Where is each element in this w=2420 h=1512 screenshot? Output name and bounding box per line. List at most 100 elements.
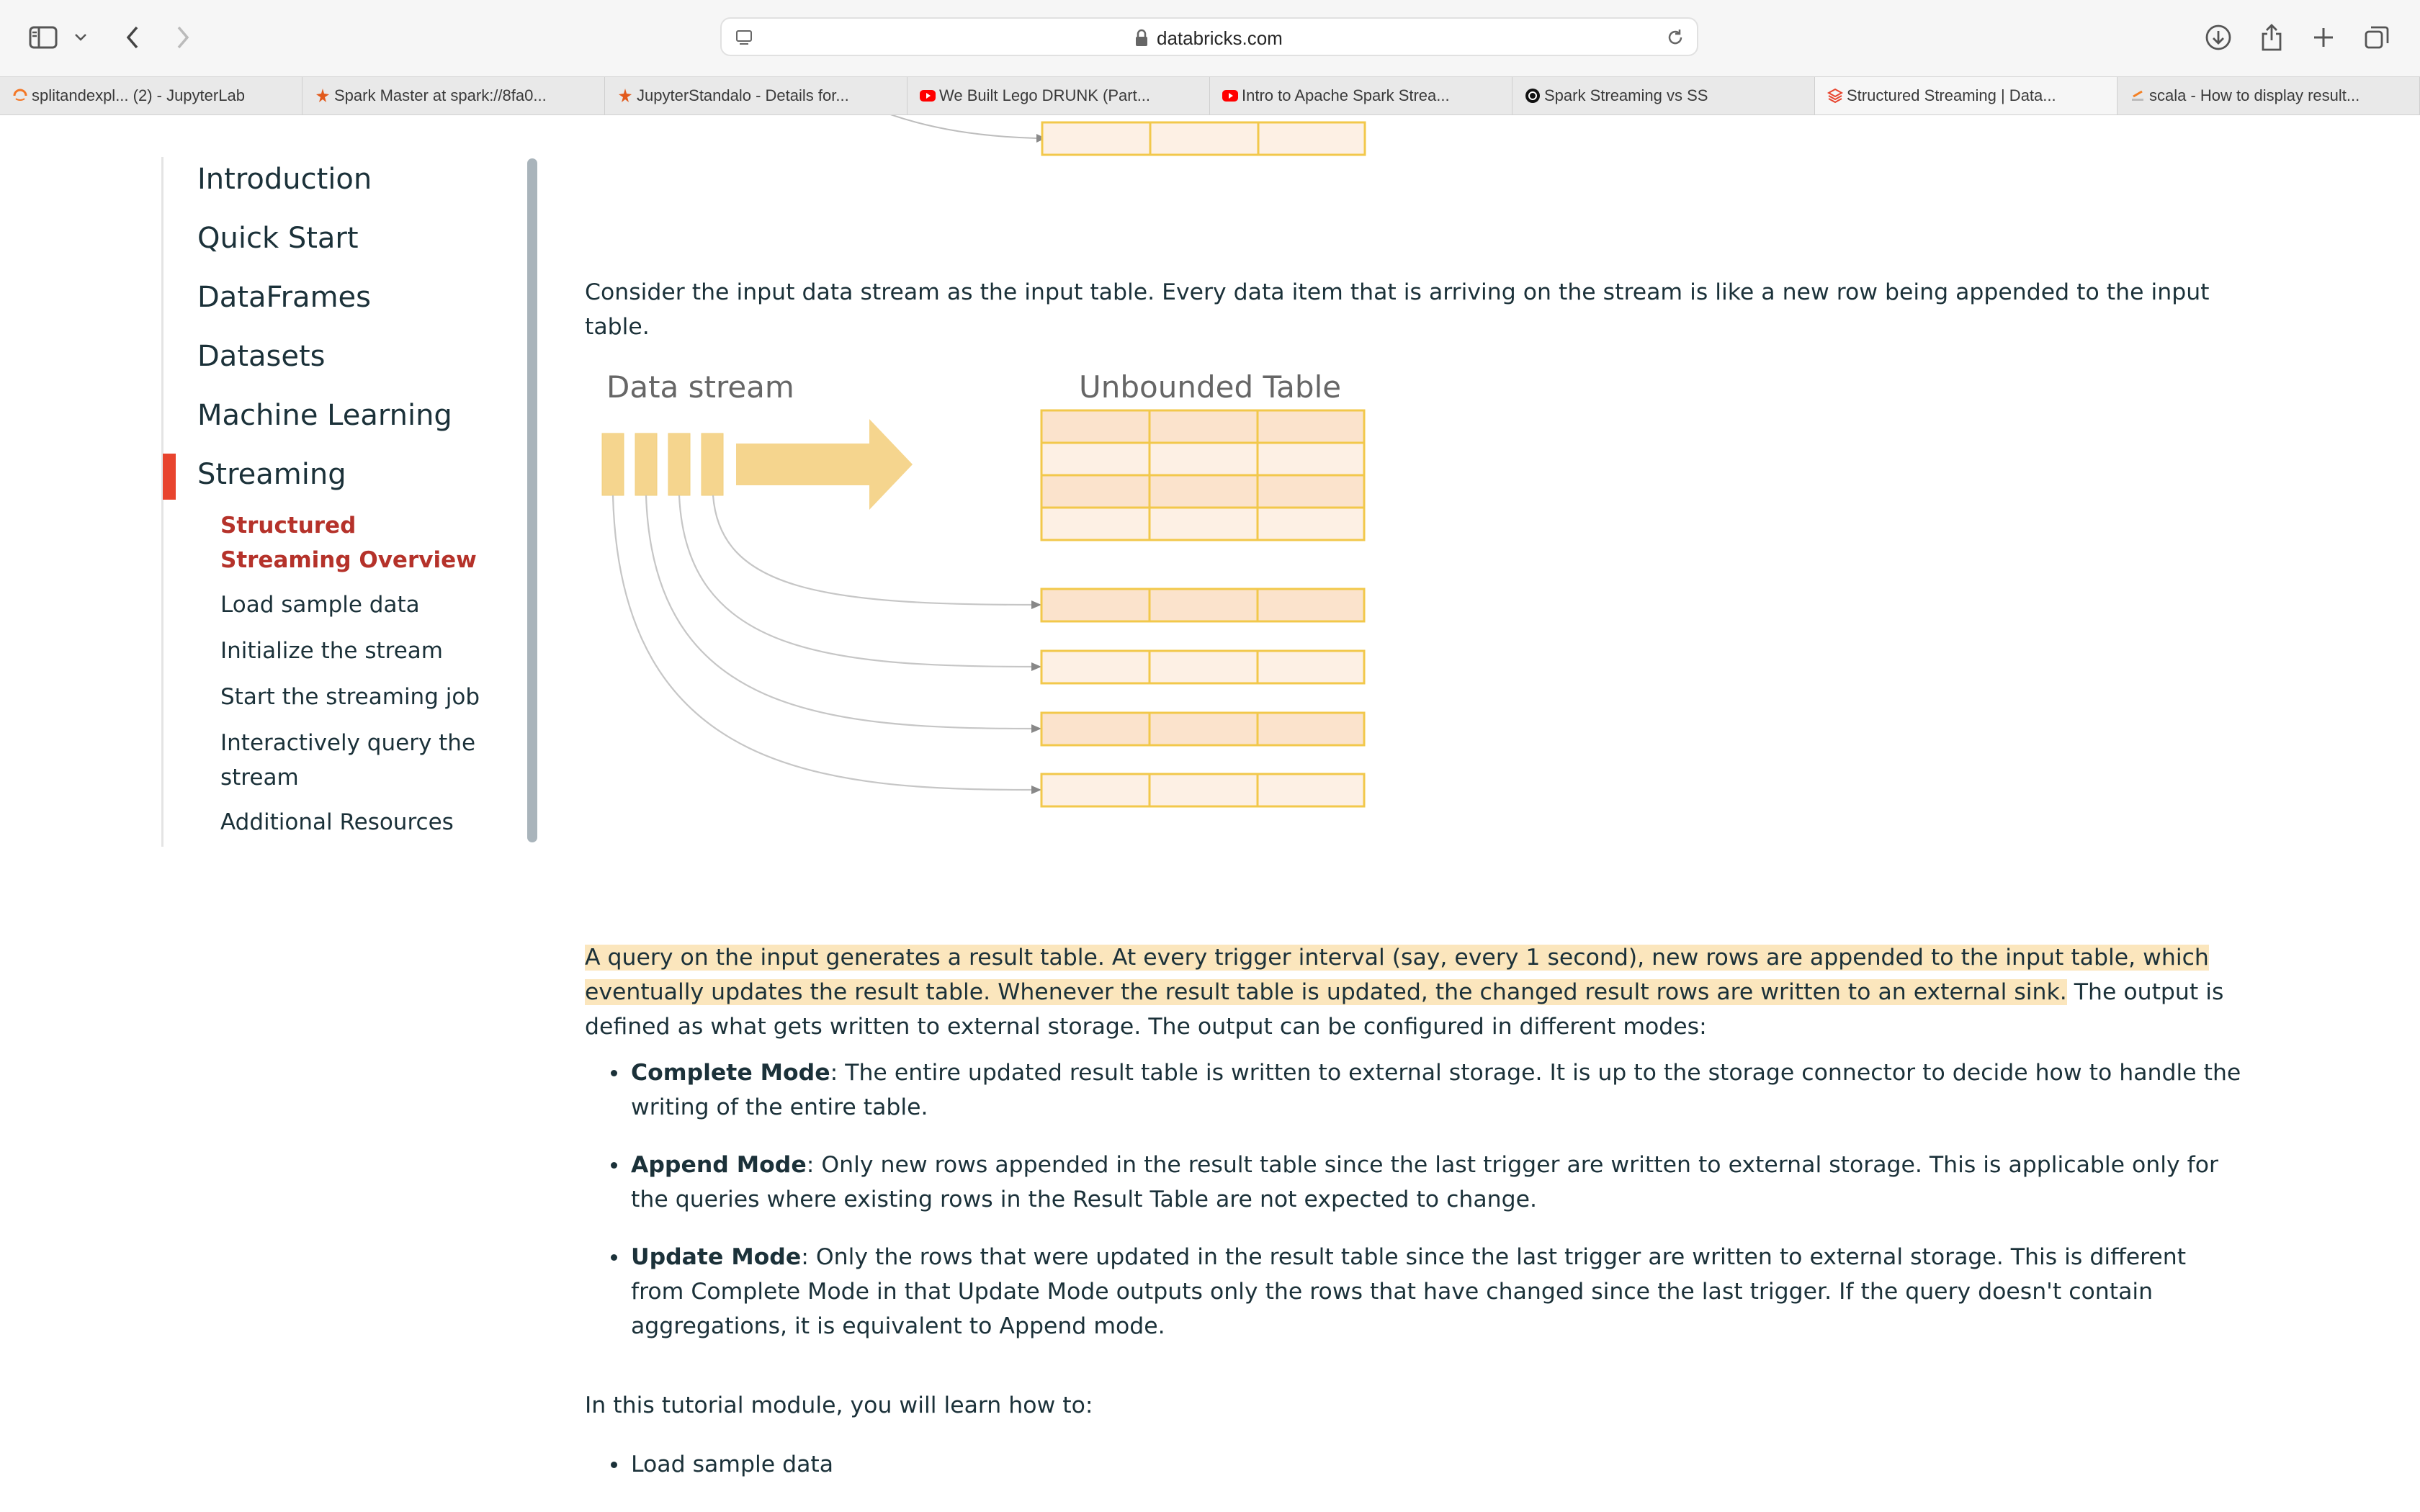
jupyter-icon [12, 87, 29, 104]
tab-7[interactable]: Structured Streaming | Data... [1815, 77, 2118, 114]
unbounded-table-label: Unbounded Table [1079, 369, 1341, 405]
tab-4[interactable]: We Built Lego DRUNK (Part... [908, 77, 1210, 114]
list-item: Append Mode: Only new rows appended in t… [585, 1148, 2241, 1217]
tab-title: scala - How to display result... [2149, 86, 2360, 104]
sidebar-subitem-start-job[interactable]: Start the streaming job [220, 680, 494, 714]
forward-arrow-icon[interactable] [164, 20, 202, 55]
result-paragraph: A query on the input generates a result … [585, 940, 2249, 1044]
tab-bar: splitandexpl... (2) - JupyterLab Spark Ma… [0, 76, 2420, 115]
appended-row-cell [1040, 773, 1151, 808]
append-arrowhead [1031, 662, 1041, 671]
mode-name: Complete Mode [631, 1060, 830, 1086]
tab-overview-icon[interactable] [2358, 20, 2396, 55]
mode-name: Append Mode [631, 1152, 807, 1178]
sidebar-item-datasets[interactable]: Datasets [197, 340, 325, 373]
share-icon[interactable] [2253, 20, 2290, 55]
list-item: Complete Mode: The entire updated result… [585, 1056, 2241, 1125]
stream-item-3 [668, 433, 691, 496]
table-cell [1148, 409, 1259, 444]
sidebar-subitem-initialize-stream[interactable]: Initialize the stream [220, 634, 494, 668]
table-cell [1148, 474, 1259, 509]
intro-paragraph: Consider the input data stream as the in… [585, 279, 2210, 340]
sidebar-item-dataframes[interactable]: DataFrames [197, 281, 371, 314]
reload-icon[interactable] [1665, 27, 1685, 50]
table-cell [1256, 474, 1366, 509]
stream-item-1 [601, 433, 624, 496]
list-item: Load sample data [585, 1447, 2241, 1482]
sidebar-subitem-overview[interactable]: Structured Streaming Overview [220, 508, 494, 577]
url-text: databricks.com [1157, 27, 1283, 49]
stackoverflow-icon [2129, 87, 2146, 104]
append-curve-4 [611, 495, 1036, 791]
table-cell [1148, 441, 1259, 477]
downloads-icon[interactable] [2200, 20, 2237, 55]
browser-toolbar: databricks.com [0, 0, 2420, 76]
appended-row-cell [1148, 711, 1259, 747]
sidebar-item-streaming[interactable]: Streaming [197, 458, 346, 491]
mode-description: : Only new rows appended in the result t… [631, 1152, 2218, 1212]
openai-icon [1524, 87, 1541, 104]
append-curve-1 [712, 495, 1036, 606]
tab-1[interactable]: splitandexpl... (2) - JupyterLab [0, 77, 302, 114]
sidebar-subitem-query-stream[interactable]: Interactively query the stream [220, 726, 480, 795]
appended-row-cell [1040, 588, 1151, 623]
previous-diagram-fragment [890, 115, 1366, 156]
appended-row-cell [1256, 588, 1366, 623]
highlighted-text: A query on the input generates a result … [585, 945, 2209, 1005]
spark-icon [314, 87, 331, 104]
list-item: Update Mode: Only the rows that were upd… [585, 1240, 2241, 1344]
unbounded-table-diagram: Data stream Unbounded Table [601, 369, 1366, 808]
tab-6[interactable]: Spark Streaming vs SS [1512, 77, 1815, 114]
appended-row-cell [1040, 711, 1151, 747]
learn-intro: In this tutorial module, you will learn … [585, 1392, 1093, 1418]
sidebar-subitem-additional-resources[interactable]: Additional Resources [220, 805, 494, 840]
tab-title: Intro to Apache Spark Strea... [1242, 86, 1450, 104]
appended-row-cell [1256, 649, 1366, 685]
learn-list: Load sample data [585, 1447, 2241, 1505]
sidebar-subitem-load-sample-data[interactable]: Load sample data [220, 588, 494, 622]
tab-title: splitandexpl... (2) - JupyterLab [32, 86, 245, 104]
tab-title: Spark Streaming vs SS [1544, 86, 1708, 104]
table-cell [1256, 441, 1366, 477]
table-cell [1040, 409, 1151, 444]
output-modes-list: Complete Mode: The entire updated result… [585, 1056, 2241, 1367]
tab-title: JupyterStandalo - Details for... [637, 86, 849, 104]
tab-5[interactable]: Intro to Apache Spark Strea... [1210, 77, 1512, 114]
appended-row-cell [1148, 773, 1259, 808]
tab-2[interactable]: Spark Master at spark://8fa0... [302, 77, 605, 114]
mode-description: : The entire updated result table is wri… [631, 1060, 2241, 1120]
table-cell [1256, 506, 1366, 541]
active-section-marker [163, 454, 176, 500]
appended-row-cell [1256, 711, 1366, 747]
append-arrowhead [1031, 724, 1041, 733]
appended-row-cell [1256, 773, 1366, 808]
stream-item-2 [635, 433, 658, 496]
appended-row-cell [1040, 649, 1151, 685]
sidebar-item-machine-learning[interactable]: Machine Learning [197, 399, 452, 432]
sidebar-item-introduction[interactable]: Introduction [197, 163, 372, 196]
back-arrow-icon[interactable] [114, 20, 151, 55]
address-bar[interactable]: databricks.com [720, 17, 1698, 56]
new-tab-plus-icon[interactable] [2305, 20, 2342, 55]
table-cell [1256, 409, 1366, 444]
chevron-down-icon[interactable] [65, 20, 97, 55]
mode-description: : Only the rows that were updated in the… [631, 1244, 2187, 1339]
sidebar-item-quick-start[interactable]: Quick Start [197, 222, 359, 255]
tab-title: We Built Lego DRUNK (Part... [939, 86, 1151, 104]
appended-row-cell [1148, 588, 1259, 623]
stream-arrow [736, 419, 913, 510]
append-curve-3 [645, 495, 1036, 730]
tab-3[interactable]: JupyterStandalo - Details for... [605, 77, 908, 114]
docs-sidebar: Introduction Quick Start DataFrames Data… [161, 157, 537, 847]
sidebar-scrollbar[interactable] [527, 158, 537, 842]
tab-title: Spark Master at spark://8fa0... [334, 86, 547, 104]
tab-8[interactable]: scala - How to display result... [2118, 77, 2420, 114]
append-arrowhead [1031, 600, 1041, 609]
table-cell [1040, 441, 1151, 477]
stream-item-4 [701, 433, 724, 496]
appended-row-cell [1148, 649, 1259, 685]
spark-icon [617, 87, 634, 104]
sidebar-rail [161, 157, 163, 847]
site-settings-icon[interactable] [735, 29, 753, 50]
sidebar-toggle-icon[interactable] [24, 20, 62, 55]
